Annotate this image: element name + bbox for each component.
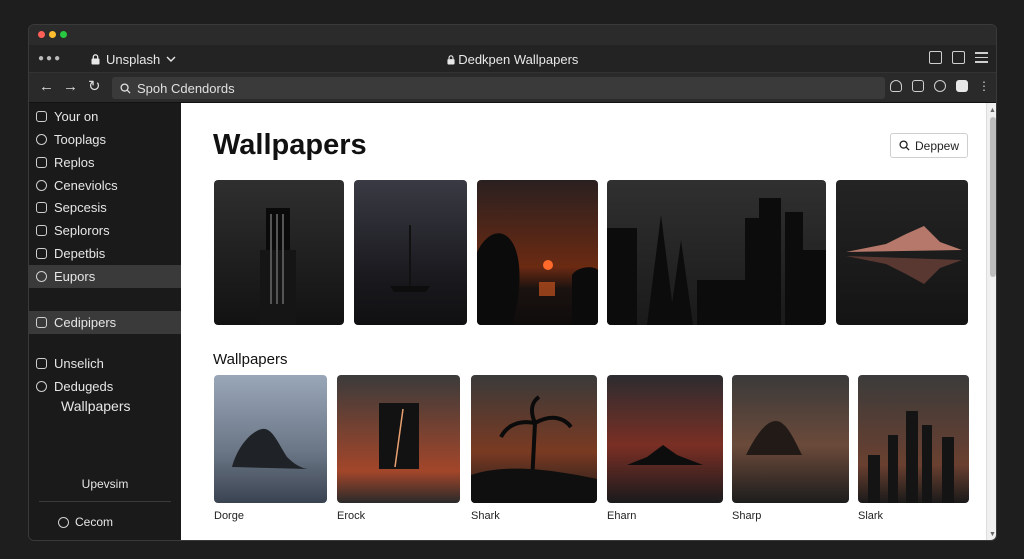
sidebar-item-label: Your on: [54, 108, 99, 124]
sidebar-item-sepcesis[interactable]: Sepcesis: [29, 196, 181, 218]
sidebar-item-your-on[interactable]: Your on: [29, 105, 181, 127]
sidebar-item-tooplags[interactable]: Tooplags: [29, 128, 181, 150]
share-icon[interactable]: [952, 51, 965, 64]
sidebar-item-cedipipers[interactable]: Cedipipers: [29, 311, 181, 334]
upgrade-link[interactable]: Upevsim: [29, 477, 181, 491]
link-icon: [36, 201, 47, 213]
sidebar: Your on Tooplags Replos Ceneviolcs Sepce…: [29, 103, 181, 540]
wallpaper-photo-sea-rock[interactable]: [732, 375, 849, 503]
wallpaper-photo-palms[interactable]: [471, 375, 597, 503]
page-title: Wallpapers: [213, 129, 367, 161]
back-icon[interactable]: ←: [39, 79, 54, 95]
sidebar-subitem-wallpapers[interactable]: Wallpapers: [61, 398, 131, 414]
download-icon[interactable]: [912, 80, 924, 92]
search-button-label: Deppew: [914, 138, 960, 153]
search-icon: [120, 82, 131, 94]
wallpaper-photo-skyscraper[interactable]: [214, 180, 344, 325]
sidebar-item-label: Eupors: [54, 269, 96, 284]
sidebar-item-unselich[interactable]: Unselich: [29, 352, 181, 374]
sidebar-item-label: Sepcesis: [54, 199, 107, 215]
book-icon: [36, 247, 47, 259]
section-title: Wallpapers: [213, 351, 288, 368]
sidebar-footer-label: Cecom: [75, 515, 114, 529]
sidebar-item-label: Seplorors: [54, 222, 110, 238]
sidebar-divider: [39, 501, 171, 502]
image-icon: [36, 317, 47, 328]
sidebar-item-ceneviolcs[interactable]: Ceneviolcs: [29, 174, 181, 196]
caption-eharn: Eharn: [607, 510, 637, 522]
wallpaper-photo-mountain-reflection[interactable]: [836, 180, 968, 325]
wallpaper-photo-sunset-palms[interactable]: [477, 180, 598, 325]
folder-icon: [36, 224, 47, 236]
lock-icon: [447, 55, 455, 65]
page-tab-title: Dedkpen Wallpapers: [29, 52, 996, 67]
grid-icon: [36, 156, 47, 168]
sidebar-item-depetbis[interactable]: Depetbis: [29, 242, 181, 264]
globe-icon[interactable]: [934, 80, 946, 92]
sidebar-item-label: Replos: [54, 154, 95, 170]
sidebar-item-eupors[interactable]: Eupors: [29, 265, 181, 288]
close-circle-icon: [58, 516, 69, 528]
pin-icon: [36, 380, 47, 392]
sidebar-item-label: Depetbis: [54, 245, 106, 261]
browser-window: ●●● Unsplash Dedkpen Wallpapers ← → ↻ Sp…: [28, 24, 997, 541]
sidebar-item-label: Cedipipers: [54, 315, 117, 330]
toolbar: ← → ↻ Spoh Cdendords ⋮: [29, 73, 996, 103]
sidebar-item-label: Ceneviolcs: [54, 177, 118, 193]
title-bar: [29, 25, 996, 45]
shield-icon: [36, 110, 47, 122]
sidebar-item-seplorors[interactable]: Seplorors: [29, 219, 181, 241]
wallpaper-photo-sailboat[interactable]: [354, 180, 467, 325]
search-icon: [899, 140, 910, 151]
window-square-icon[interactable]: [929, 51, 942, 64]
camera-icon: [36, 179, 47, 191]
caption-shark: Shark: [471, 510, 500, 522]
maximize-window-button[interactable]: [60, 31, 67, 38]
minimize-window-button[interactable]: [49, 31, 56, 38]
profile-icon[interactable]: [890, 80, 902, 92]
wallpaper-photo-city-skyline[interactable]: [858, 375, 969, 503]
sidebar-item-label: Tooplags: [54, 131, 107, 147]
address-bar[interactable]: Spoh Cdendords: [112, 77, 885, 99]
wallpaper-photo-red-clouds[interactable]: [607, 375, 723, 503]
wallpaper-photo-rock-island[interactable]: [214, 375, 327, 503]
reload-icon[interactable]: ↻: [88, 79, 101, 95]
search-button[interactable]: Deppew: [890, 133, 968, 158]
scroll-down-icon[interactable]: ▼: [989, 531, 996, 538]
scrollbar-thumb[interactable]: [990, 117, 996, 277]
menu-icon[interactable]: [975, 51, 988, 64]
sidebar-item-replos[interactable]: Replos: [29, 151, 181, 173]
tab-bar: ●●● Unsplash Dedkpen Wallpapers: [29, 45, 996, 73]
sidebar-item-label: Unselich: [54, 355, 104, 371]
caption-slark: Slark: [858, 510, 884, 522]
close-window-button[interactable]: [38, 31, 45, 38]
scroll-up-icon[interactable]: ▲: [989, 107, 996, 114]
sidebar-item-label: Dedugeds: [54, 378, 114, 394]
main-content: Wallpapers Deppew Wallpapers Dorge Erock…: [181, 103, 986, 540]
wallpaper-photo-neon-frame[interactable]: [337, 375, 460, 503]
forward-icon[interactable]: →: [63, 79, 78, 95]
monitor-icon: [36, 357, 47, 369]
caption-sharp: Sharp: [732, 510, 762, 522]
sidebar-item-dedugeds[interactable]: Dedugeds: [29, 375, 181, 397]
caption-erock: Erock: [337, 510, 366, 522]
extension-icon[interactable]: [956, 80, 968, 92]
wallpaper-photo-city-forest[interactable]: [607, 180, 826, 325]
vertical-scrollbar[interactable]: ▲ ▼: [986, 103, 996, 540]
page-tab-title-text: Dedkpen Wallpapers: [458, 52, 579, 67]
info-icon: [36, 133, 47, 145]
address-text: Spoh Cdendords: [137, 80, 235, 96]
kebab-menu-icon[interactable]: ⋮: [978, 80, 990, 92]
caption-dorge: Dorge: [214, 510, 244, 522]
sidebar-footer-button[interactable]: Cecom: [58, 515, 113, 529]
smiley-icon: [36, 271, 47, 282]
